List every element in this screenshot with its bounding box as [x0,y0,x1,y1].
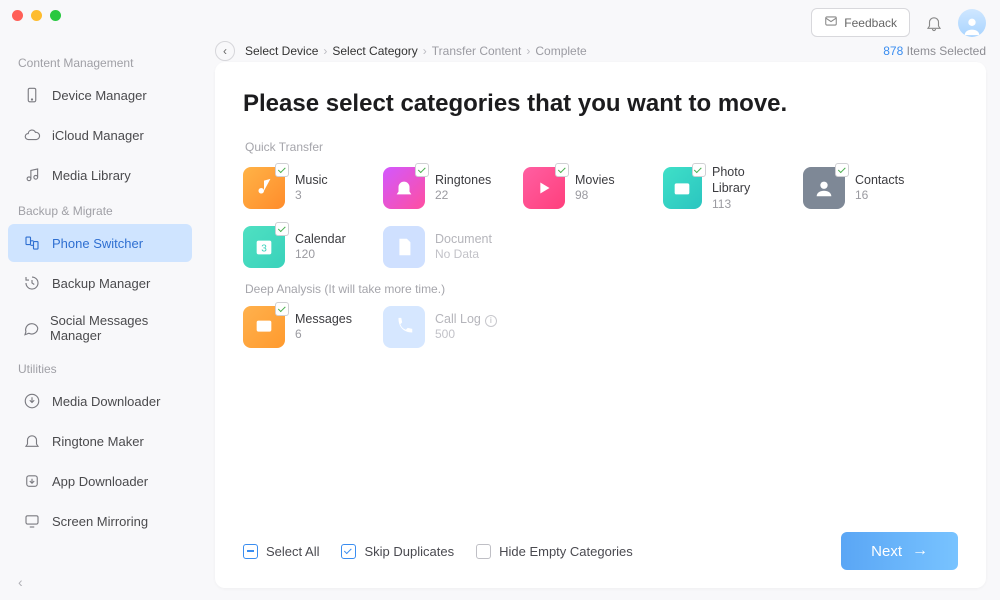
next-button[interactable]: Next → [841,532,958,570]
crumb-select-device[interactable]: Select Device [245,44,318,58]
avatar[interactable] [958,9,986,37]
minimize-window-icon[interactable] [31,10,42,21]
skip-duplicates-checkbox[interactable]: Skip Duplicates [341,544,454,559]
checkbox-checked-icon [341,544,356,559]
sidebar-item-label: Device Manager [52,88,147,103]
tile-contacts[interactable]: Contacts16 [803,164,921,212]
tile-ringtones[interactable]: Ringtones22 [383,164,501,212]
download-icon [22,391,42,411]
items-selected-label: 878 Items Selected [883,44,986,58]
sidebar-item-device-manager[interactable]: Device Manager [8,76,192,114]
sidebar-item-ringtone-maker[interactable]: Ringtone Maker [8,422,192,460]
sidebar-item-label: Backup Manager [52,276,150,291]
checkmark-icon [835,163,849,177]
group-quick-transfer: Quick Transfer [245,140,958,154]
app-icon [22,471,42,491]
sidebar-item-media-library[interactable]: Media Library [8,156,192,194]
group-deep-analysis: Deep Analysis (It will take more time.) [245,282,958,296]
tile-photo-library[interactable]: Photo Library113 [663,164,781,212]
sidebar-item-label: iCloud Manager [52,128,144,143]
sidebar-item-label: Ringtone Maker [52,434,144,449]
notifications-icon[interactable] [922,11,946,35]
sidebar-item-label: Phone Switcher [52,236,143,251]
feedback-button[interactable]: Feedback [811,8,910,37]
info-icon[interactable]: i [485,315,497,327]
checkmark-icon [275,222,289,236]
checkbox-indeterminate-icon [243,544,258,559]
zoom-window-icon[interactable] [50,10,61,21]
tile-call-log[interactable]: Call Logi 500 [383,306,501,348]
items-selected-count: 878 [883,44,903,58]
sidebar-item-label: Media Library [52,168,131,183]
checkmark-icon [415,163,429,177]
footer-bar: Select All Skip Duplicates Hide Empty Ca… [243,532,958,570]
sidebar-item-media-downloader[interactable]: Media Downloader [8,382,192,420]
checkmark-icon [275,163,289,177]
sidebar-item-phone-switcher[interactable]: Phone Switcher [8,224,192,262]
select-all-checkbox[interactable]: Select All [243,544,319,559]
back-button[interactable]: ‹ [215,41,235,61]
tile-messages[interactable]: Messages6 [243,306,361,348]
feedback-label: Feedback [844,16,897,30]
sidebar-item-label: Social Messages Manager [50,313,178,343]
phone-icon [22,85,42,105]
music-note-icon [22,165,42,185]
window-traffic-lights[interactable] [12,10,61,21]
tile-music[interactable]: Music3 [243,164,361,212]
tile-movies[interactable]: Movies98 [523,164,641,212]
collapse-sidebar-icon[interactable]: ‹ [18,574,23,590]
sidebar-section-backup: Backup & Migrate [0,196,200,222]
sidebar-item-social-messages[interactable]: Social Messages Manager [8,304,192,352]
sidebar: Content Management Device Manager iCloud… [0,40,200,600]
sidebar-item-label: Screen Mirroring [52,514,148,529]
chat-icon [22,318,40,338]
sidebar-item-label: App Downloader [52,474,148,489]
checkmark-icon [275,302,289,316]
main-panel: Please select categories that you want t… [215,62,986,588]
checkmark-icon [555,163,569,177]
sidebar-section-content: Content Management [0,48,200,74]
checkmark-icon [692,163,706,177]
tile-calendar[interactable]: 3 Calendar120 [243,226,361,268]
mail-icon [824,14,838,31]
mirror-icon [22,511,42,531]
checkbox-empty-icon [476,544,491,559]
sidebar-item-app-downloader[interactable]: App Downloader [8,462,192,500]
sidebar-item-label: Media Downloader [52,394,160,409]
history-icon [22,273,42,293]
sidebar-item-icloud-manager[interactable]: iCloud Manager [8,116,192,154]
crumb-complete: Complete [535,44,586,58]
svg-text:3: 3 [261,244,267,255]
page-title: Please select categories that you want t… [243,90,958,118]
sidebar-section-utilities: Utilities [0,354,200,380]
sidebar-item-backup-manager[interactable]: Backup Manager [8,264,192,302]
cloud-icon [22,125,42,145]
bell-icon [22,431,42,451]
breadcrumb: ‹ Select Device› Select Category› Transf… [215,40,986,62]
hide-empty-checkbox[interactable]: Hide Empty Categories [476,544,633,559]
tile-document[interactable]: DocumentNo Data [383,226,501,268]
crumb-transfer-content: Transfer Content [432,44,522,58]
sidebar-item-screen-mirroring[interactable]: Screen Mirroring [8,502,192,540]
crumb-select-category: Select Category [332,44,417,58]
close-window-icon[interactable] [12,10,23,21]
switch-icon [22,233,42,253]
arrow-right-icon: → [912,542,928,560]
